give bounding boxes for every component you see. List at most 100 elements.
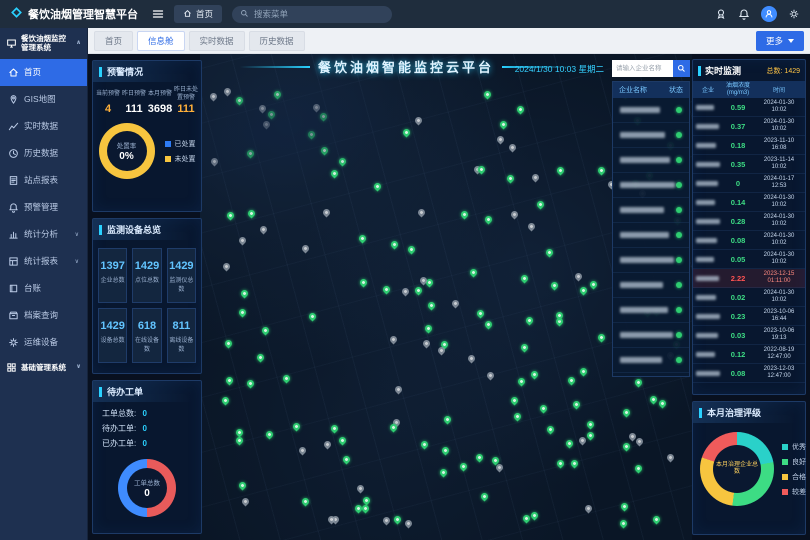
company-row[interactable] xyxy=(613,298,689,323)
sidebar-item-运维设备[interactable]: 运维设备 xyxy=(0,329,87,356)
realtime-row[interactable]: 0.082023-12-03 12:47:00 xyxy=(693,364,805,383)
tab-实时数据[interactable]: 实时数据 xyxy=(189,31,245,51)
map-marker[interactable] xyxy=(421,339,431,349)
map-marker[interactable] xyxy=(423,324,433,334)
sidebar-item-站点报表[interactable]: 站点报表 xyxy=(0,167,87,194)
map-marker[interactable] xyxy=(403,519,413,529)
map-marker[interactable] xyxy=(225,211,235,221)
map-marker[interactable] xyxy=(519,273,529,283)
map-marker[interactable] xyxy=(651,515,661,525)
realtime-row[interactable]: 0.122022-08-19 12:47:00 xyxy=(693,345,805,364)
award-icon[interactable] xyxy=(715,8,727,20)
map-marker[interactable] xyxy=(417,208,427,218)
map-marker[interactable] xyxy=(579,367,589,377)
map-marker[interactable] xyxy=(635,436,645,446)
map-marker[interactable] xyxy=(619,519,629,529)
menu-search-input[interactable] xyxy=(254,9,374,19)
realtime-row[interactable]: 0.022024-01-30 10:02 xyxy=(693,288,805,307)
sidebar-section-catering[interactable]: 餐饮油烟监控管理系统 ∧ xyxy=(0,28,87,59)
map-marker[interactable] xyxy=(622,407,632,417)
map-marker[interactable] xyxy=(318,112,328,122)
map-marker[interactable] xyxy=(573,272,583,282)
map-marker[interactable] xyxy=(320,146,330,156)
realtime-row[interactable]: 0.142024-01-30 10:02 xyxy=(693,193,805,212)
map-marker[interactable] xyxy=(235,428,245,438)
map-marker[interactable] xyxy=(406,244,416,254)
map-marker[interactable] xyxy=(578,285,588,295)
sidebar-item-统计报表[interactable]: 统计报表∨ xyxy=(0,248,87,275)
company-search-button[interactable] xyxy=(673,60,690,77)
tab-首页[interactable]: 首页 xyxy=(94,31,133,51)
company-row[interactable] xyxy=(613,348,689,373)
map-marker[interactable] xyxy=(291,422,301,432)
sidebar-item-档案查询[interactable]: 档案查询 xyxy=(0,302,87,329)
map-marker[interactable] xyxy=(266,110,276,120)
map-marker[interactable] xyxy=(373,181,383,191)
map-marker[interactable] xyxy=(475,453,485,463)
map-marker[interactable] xyxy=(545,425,555,435)
map-marker[interactable] xyxy=(235,436,245,446)
map-marker[interactable] xyxy=(586,420,596,430)
bell-icon[interactable] xyxy=(738,8,750,20)
map-marker[interactable] xyxy=(508,143,518,153)
company-row[interactable] xyxy=(613,323,689,348)
map-marker[interactable] xyxy=(338,436,348,446)
map-marker[interactable] xyxy=(402,128,412,138)
sidebar-item-台账[interactable]: 台账 xyxy=(0,275,87,302)
map-marker[interactable] xyxy=(256,352,266,362)
realtime-row[interactable]: 0.372024-01-30 10:02 xyxy=(693,117,805,136)
map-marker[interactable] xyxy=(634,378,644,388)
realtime-row[interactable]: 0.082024-01-30 10:02 xyxy=(693,231,805,250)
map-marker[interactable] xyxy=(467,354,477,364)
menu-collapse-icon[interactable] xyxy=(152,8,164,20)
map-marker[interactable] xyxy=(666,452,676,462)
sidebar-item-首页[interactable]: 首页 xyxy=(0,59,87,86)
company-row[interactable] xyxy=(613,148,689,173)
map-marker[interactable] xyxy=(381,516,391,526)
map-marker[interactable] xyxy=(414,116,424,126)
map-marker[interactable] xyxy=(509,396,519,406)
map-marker[interactable] xyxy=(520,342,530,352)
tab-信息舱[interactable]: 信息舱 xyxy=(137,31,185,51)
user-avatar[interactable] xyxy=(761,6,777,22)
map-marker[interactable] xyxy=(459,461,469,471)
map-marker[interactable] xyxy=(527,221,537,231)
company-row[interactable] xyxy=(613,273,689,298)
map-marker[interactable] xyxy=(550,281,560,291)
realtime-row[interactable]: 0.032023-10-06 19:13 xyxy=(693,326,805,345)
map-marker[interactable] xyxy=(539,404,549,414)
company-row[interactable] xyxy=(613,223,689,248)
sidebar-item-统计分析[interactable]: 统计分析∨ xyxy=(0,221,87,248)
map-marker[interactable] xyxy=(358,234,368,244)
map-marker[interactable] xyxy=(265,429,275,439)
map-marker[interactable] xyxy=(260,325,270,335)
map-marker[interactable] xyxy=(300,496,310,506)
map-marker[interactable] xyxy=(482,90,492,100)
map-marker[interactable] xyxy=(441,446,451,456)
map-marker[interactable] xyxy=(505,174,515,184)
map-marker[interactable] xyxy=(529,369,539,379)
realtime-row[interactable]: 2.222023-12-15 01:11:00 xyxy=(693,269,805,288)
tab-历史数据[interactable]: 历史数据 xyxy=(249,31,305,51)
map-marker[interactable] xyxy=(237,236,247,246)
map-marker[interactable] xyxy=(584,503,594,513)
map-marker[interactable] xyxy=(555,166,565,176)
map-marker[interactable] xyxy=(224,338,234,348)
map-marker[interactable] xyxy=(469,268,479,278)
map-marker[interactable] xyxy=(596,333,606,343)
company-row[interactable] xyxy=(613,248,689,273)
map-marker[interactable] xyxy=(301,243,311,253)
map-marker[interactable] xyxy=(596,165,606,175)
map-marker[interactable] xyxy=(393,385,403,395)
map-marker[interactable] xyxy=(509,209,519,219)
sidebar-item-实时数据[interactable]: 实时数据 xyxy=(0,113,87,140)
map-marker[interactable] xyxy=(247,208,257,218)
more-button[interactable]: 更多 xyxy=(756,31,804,51)
map-marker[interactable] xyxy=(262,119,272,129)
map-marker[interactable] xyxy=(556,458,566,468)
map-marker[interactable] xyxy=(258,103,268,113)
map-marker[interactable] xyxy=(282,374,292,384)
map-marker[interactable] xyxy=(419,440,429,450)
map-marker[interactable] xyxy=(634,463,644,473)
settings-icon[interactable] xyxy=(788,8,800,20)
